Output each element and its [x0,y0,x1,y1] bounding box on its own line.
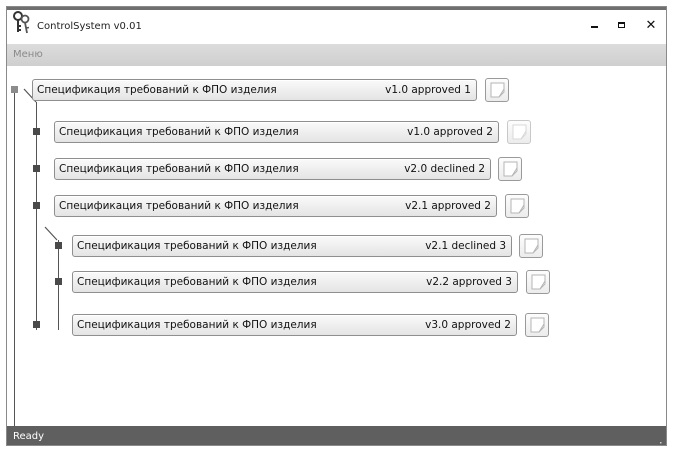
edit-note-icon [490,82,505,98]
spec-item-title: Спецификация требований к ФПО изделия [59,200,299,212]
edit-note-icon [524,238,539,254]
edit-spec-button[interactable] [498,157,522,181]
spec-item-status: v2.1 approved 2 [405,200,491,212]
tree-node-marker [55,278,62,285]
edit-note-icon [531,274,546,290]
edit-note-icon [530,317,545,333]
edit-spec-button[interactable] [519,234,543,258]
spec-item-status: v1.0 approved 2 [407,126,493,138]
tree-node-marker [33,128,40,135]
spec-item-title: Спецификация требований к ФПО изделия [77,240,317,252]
spec-item-title: Спецификация требований к ФПО изделия [77,319,317,331]
spec-item-title: Спецификация требований к ФПО изделия [59,126,299,138]
menu-bar: Меню [7,44,666,66]
edit-spec-button[interactable] [485,78,509,102]
edit-note-icon [510,198,525,214]
spec-item-title: Спецификация требований к ФПО изделия [77,276,317,288]
spec-item-button[interactable]: Спецификация требований к ФПО изделия v2… [72,235,512,257]
app-window: ControlSystem v0.01 ✕ Меню Спецификация … [6,6,667,446]
tree-node-marker [11,86,18,93]
status-text: Ready [13,431,45,442]
tree-branch-connector [44,226,58,241]
keys-icon [11,11,33,35]
spec-item-title: Спецификация требований к ФПО изделия [59,163,299,175]
spec-item-button[interactable]: Спецификация требований к ФПО изделия v1… [32,79,477,101]
tree-node-marker [33,321,40,328]
tree-node-marker [33,202,40,209]
title-bar[interactable]: ControlSystem v0.01 ✕ [7,10,666,44]
spec-item-status: v2.1 declined 3 [425,240,506,252]
tree-line-level-1 [36,102,37,330]
edit-spec-button[interactable] [507,120,531,144]
edit-note-icon [512,124,527,140]
spec-item-button[interactable]: Спецификация требований к ФПО изделия v1… [54,121,499,143]
edit-note-icon [503,161,518,177]
minimize-button[interactable] [584,16,604,34]
spec-tree: Спецификация требований к ФПО изделия v1… [7,66,666,426]
maximize-button[interactable] [611,16,631,34]
close-button[interactable]: ✕ [641,16,661,34]
minimize-icon [590,26,598,28]
edit-spec-button[interactable] [505,194,529,218]
spec-item-status: v2.0 declined 2 [404,163,485,175]
tree-node-marker [55,242,62,249]
window-title: ControlSystem v0.01 [37,21,142,32]
maximize-icon [617,22,625,28]
spec-item-status: v1.0 approved 1 [385,84,471,96]
spec-item-button[interactable]: Спецификация требований к ФПО изделия v2… [54,195,497,217]
tree-line-level-2 [58,240,59,330]
spec-item-status: v3.0 approved 2 [425,319,511,331]
spec-item-title: Спецификация требований к ФПО изделия [37,84,277,96]
edit-spec-button[interactable] [526,270,550,294]
edit-spec-button[interactable] [525,313,549,337]
spec-item-button[interactable]: Спецификация требований к ФПО изделия v2… [72,271,518,293]
spec-item-button[interactable]: Спецификация требований к ФПО изделия v3… [72,314,517,336]
spec-item-status: v2.2 approved 3 [426,276,512,288]
status-bar: Ready [7,426,666,445]
menu-item-main[interactable]: Меню [13,49,43,60]
resize-grip-icon[interactable] [653,435,662,444]
close-icon: ✕ [645,17,657,33]
tree-node-marker [33,165,40,172]
tree-line-root [14,87,15,426]
spec-item-button[interactable]: Спецификация требований к ФПО изделия v2… [54,158,491,180]
